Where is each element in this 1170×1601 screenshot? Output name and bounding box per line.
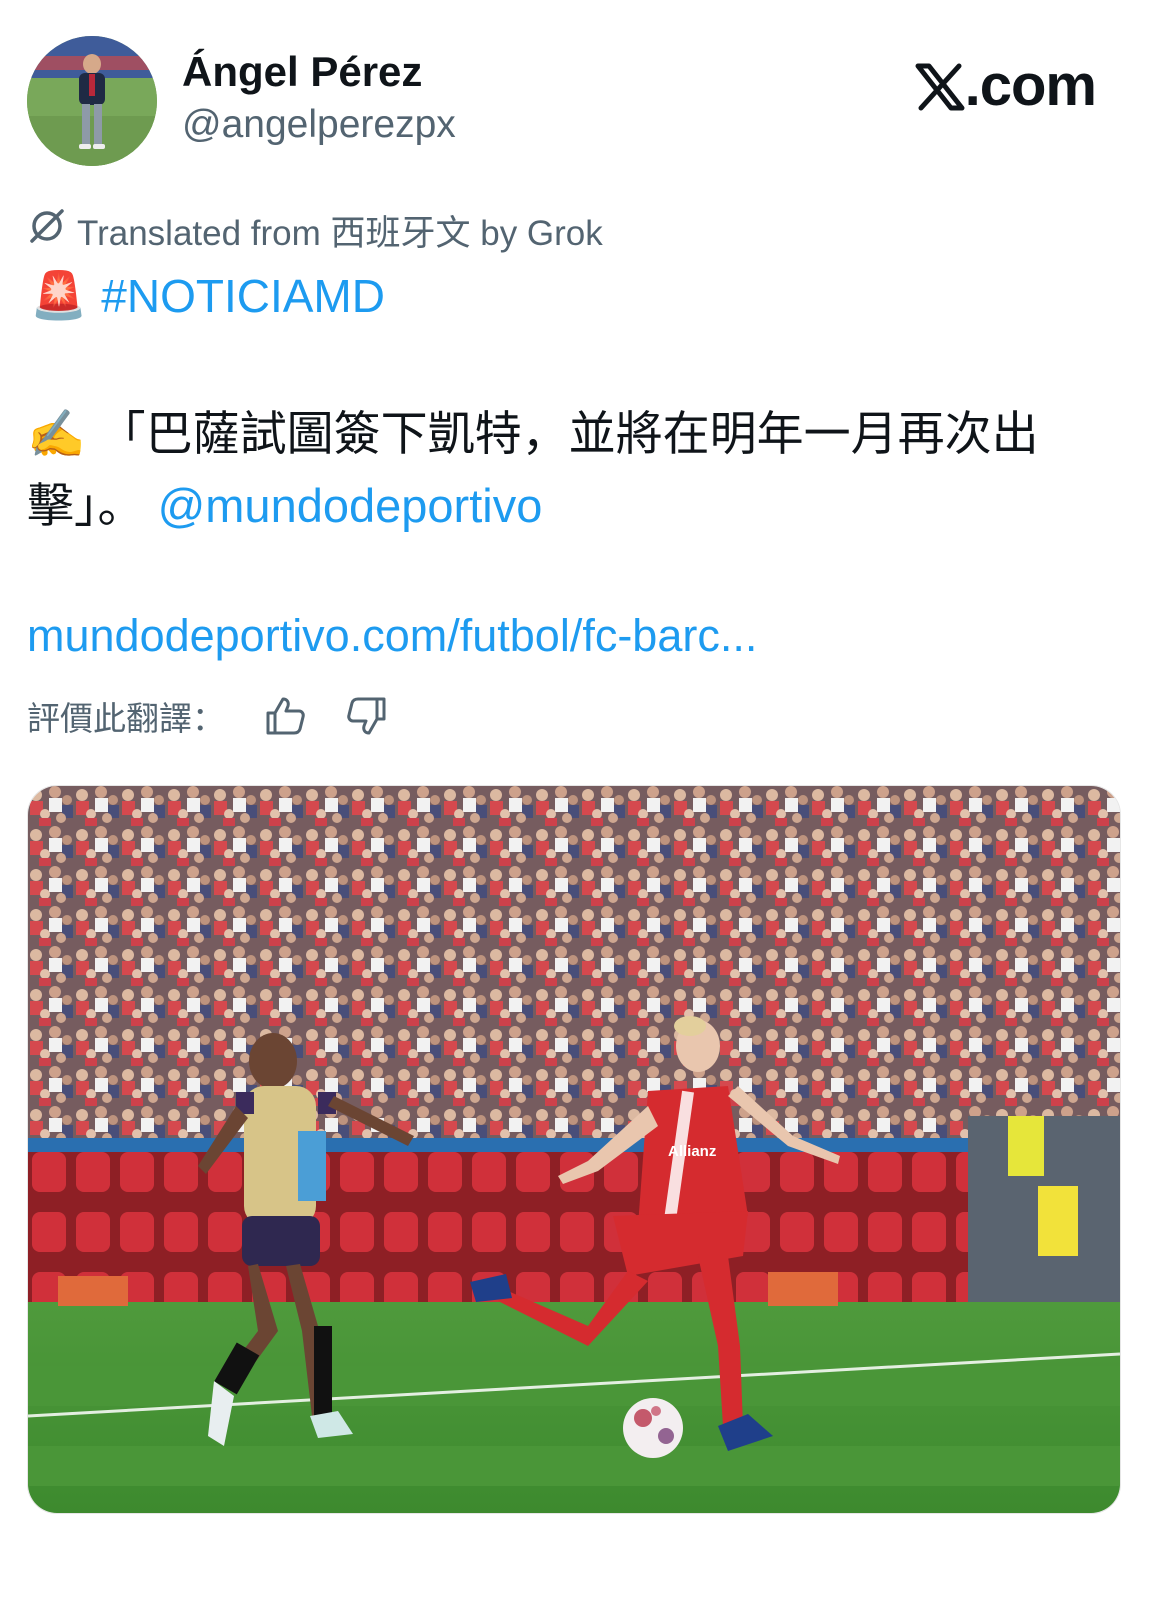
hashtag-link[interactable]: #NOTICIAMD [101, 269, 385, 323]
article-link[interactable]: mundodeportivo.com/futbol/fc-barc... [27, 610, 757, 662]
author-handle[interactable]: @angelperezpx [182, 103, 456, 147]
tweet-body: ✍️ 「巴薩試圖簽下凱特，並將在明年一月再次出擊」。 @mundodeporti… [27, 398, 1127, 542]
tweet-photo[interactable]: Allianz [27, 785, 1121, 1514]
writing-hand-emoji: ✍️ [27, 407, 86, 460]
x-brand-logo: .com [915, 52, 1097, 125]
author-avatar[interactable] [27, 36, 157, 166]
translation-label: Translated from 西班牙文 by Grok [77, 214, 603, 253]
thumbs-down-icon[interactable] [345, 694, 389, 738]
svg-text:Allianz: Allianz [668, 1143, 716, 1160]
rate-translation-label: 評價此翻譯： [27, 700, 225, 737]
x-logo-icon [915, 58, 965, 125]
translation-note: Translated from 西班牙文 by Grok [27, 205, 603, 256]
siren-emoji: 🚨 [30, 269, 88, 321]
thumbs-up-icon[interactable] [263, 694, 307, 738]
ball [623, 1398, 683, 1458]
grok-icon [27, 206, 67, 255]
tweet-hashtag-line: 🚨 #NOTICIAMD [30, 268, 385, 323]
author-name[interactable]: Ángel Pérez [182, 48, 422, 96]
rate-translation: 評價此翻譯： [27, 692, 389, 740]
brand-domain: .com [964, 53, 1097, 118]
mention-link[interactable]: @mundodeportivo [158, 479, 543, 532]
